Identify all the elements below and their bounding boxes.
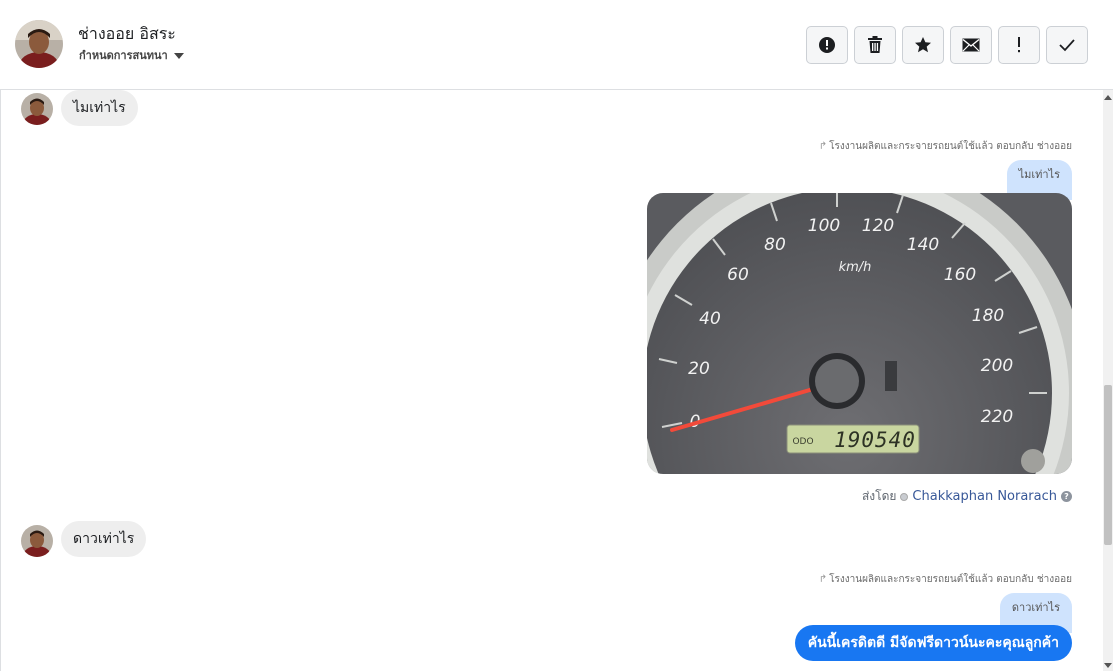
star-icon — [915, 37, 931, 53]
reply-meta-text: โรงงานผลิตและกระจายรถยนต์ใช้แล้ว ตอบกลับ… — [829, 574, 1072, 585]
speed-label: 120 — [862, 216, 894, 236]
reply-meta: ↱ โรงงานผลิตและกระจายรถยนต์ใช้แล้ว ตอบกล… — [819, 572, 1072, 587]
mark-unread-button[interactable] — [950, 26, 992, 64]
speed-label: 60 — [727, 265, 749, 285]
incoming-message: ไมเท่าไร — [61, 90, 138, 126]
contact-name[interactable]: ช่างออย อิสระ — [78, 22, 176, 47]
delete-button[interactable] — [854, 26, 896, 64]
odometer-photo[interactable]: km/h 0 20 40 60 80 100 120 140 160 180 2… — [647, 193, 1072, 474]
incoming-message: ดาวเท่าไร — [61, 521, 147, 557]
contact-avatar[interactable] — [15, 20, 63, 68]
message-scrollbar[interactable] — [1103, 90, 1113, 671]
envelope-icon — [962, 38, 980, 52]
caret-down-icon — [173, 52, 184, 59]
odo-label: ODO — [792, 437, 813, 447]
agent-name-link[interactable]: Chakkaphan Norarach — [912, 489, 1057, 504]
speed-label: 40 — [699, 309, 721, 329]
spam-button[interactable] — [806, 26, 848, 64]
speed-label: 200 — [981, 356, 1013, 376]
odometer-reading: 190540 — [834, 428, 916, 452]
check-icon — [1059, 39, 1075, 52]
scroll-up-icon[interactable] — [1104, 95, 1112, 100]
contact-avatar-small[interactable] — [21, 93, 53, 125]
agent-dot-icon — [900, 492, 909, 501]
conversation-header: ช่างออย อิสระ กำหนดการสนทนา — [0, 0, 1113, 90]
conversation-toolbar — [806, 26, 1088, 64]
done-button[interactable] — [1046, 26, 1088, 64]
sent-by: ส่งโดย Chakkaphan Norarach ? — [862, 487, 1072, 506]
speed-label: 80 — [764, 235, 786, 255]
outgoing-message: คันนี้เครดิตดี มีจัดฟรีดาวน์นะคะคุณลูกค้… — [794, 625, 1072, 661]
odometer-unit: km/h — [839, 260, 872, 275]
reply-arrow-icon: ↱ — [818, 141, 828, 152]
scroll-thumb[interactable] — [1104, 385, 1112, 545]
sent-by-label: ส่งโดย — [861, 489, 897, 503]
speed-label: 180 — [972, 306, 1004, 326]
reply-meta: ↱ โรงงานผลิตและกระจายรถยนต์ใช้แล้ว ตอบกล… — [819, 139, 1072, 154]
speed-label: 140 — [907, 235, 939, 255]
trash-icon — [868, 36, 882, 53]
exclamation-icon — [1018, 37, 1020, 53]
star-button[interactable] — [902, 26, 944, 64]
speed-label: 100 — [808, 216, 840, 236]
reply-meta-text: โรงงานผลิตและกระจายรถยนต์ใช้แล้ว ตอบกลับ… — [829, 141, 1072, 152]
reply-arrow-icon: ↱ — [818, 574, 828, 585]
speed-label: 20 — [688, 359, 710, 379]
scroll-down-icon[interactable] — [1104, 663, 1112, 668]
speed-label: 160 — [944, 265, 976, 285]
assign-conversation-label: กำหนดการสนทนา — [79, 49, 168, 62]
help-icon[interactable]: ? — [1061, 491, 1072, 502]
assign-conversation-dropdown[interactable]: กำหนดการสนทนา — [79, 46, 184, 64]
follow-up-button[interactable] — [998, 26, 1040, 64]
alert-circle-icon — [819, 37, 835, 53]
speed-label: 220 — [981, 407, 1013, 427]
contact-avatar-small[interactable] — [21, 525, 53, 557]
